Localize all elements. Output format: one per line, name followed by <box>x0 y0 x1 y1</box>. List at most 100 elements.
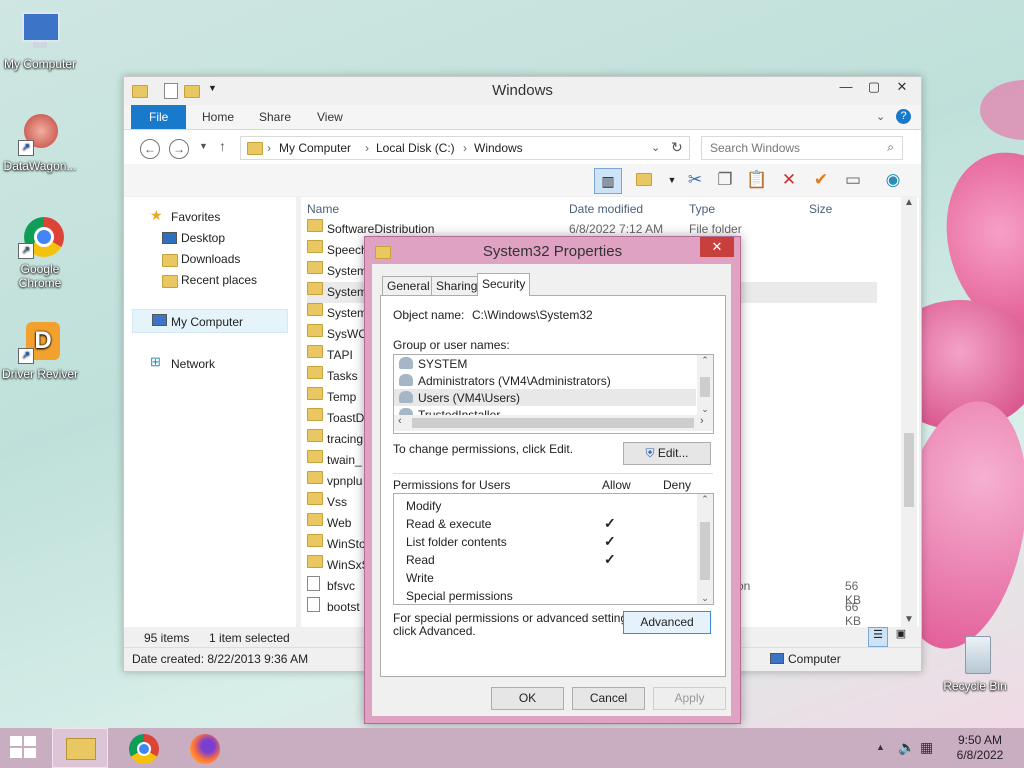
tab-home[interactable]: Home <box>190 105 246 129</box>
address-dropdown-icon[interactable]: ⌄ <box>651 141 660 154</box>
taskbar-firefox[interactable] <box>185 732 225 764</box>
ok-button[interactable]: OK <box>491 687 564 710</box>
network-tray-icon[interactable]: ▦ <box>920 739 933 756</box>
permission-name: Read & execute <box>406 517 492 531</box>
minimize-button[interactable]: — <box>832 77 860 97</box>
group-row[interactable]: SYSTEM <box>394 355 696 372</box>
file-name: System <box>327 306 368 320</box>
nav-network[interactable]: Network <box>171 357 215 371</box>
nav-my-computer[interactable]: My Computer <box>171 315 243 329</box>
scroll-right-icon[interactable]: › <box>700 415 704 427</box>
scroll-thumb[interactable] <box>700 377 710 397</box>
column-date[interactable]: Date modified <box>569 202 643 216</box>
forward-button[interactable]: → <box>169 139 189 159</box>
close-button[interactable]: ✕ <box>888 77 916 97</box>
nav-favorites[interactable]: Favorites <box>171 210 220 224</box>
column-type[interactable]: Type <box>689 202 715 216</box>
advanced-button[interactable]: Advanced <box>623 611 711 634</box>
tab-general[interactable]: General <box>382 276 435 295</box>
column-size[interactable]: Size <box>809 202 832 216</box>
expand-ribbon-icon[interactable]: ⌄ <box>876 110 885 123</box>
breadcrumb-windows[interactable]: Windows <box>474 141 523 155</box>
scroll-thumb[interactable] <box>412 418 694 428</box>
taskbar-explorer[interactable] <box>52 728 108 768</box>
permissions-list[interactable]: Modify Read & execute ✓ List folder content… <box>393 493 714 605</box>
address-bar[interactable]: › My Computer › Local Disk (C:) › Window… <box>240 136 690 160</box>
group-list[interactable]: SYSTEM Administrators (VM4\Administrators… <box>393 354 714 434</box>
scroll-thumb[interactable] <box>700 522 710 580</box>
paste-icon[interactable]: 📋 <box>744 168 770 192</box>
breadcrumb-local-disk[interactable]: Local Disk (C:) <box>376 141 455 155</box>
taskbar-chrome[interactable] <box>124 732 164 764</box>
group-list-hscrollbar[interactable]: ‹ › <box>394 415 713 431</box>
refresh-icon[interactable]: ↻ <box>671 139 683 156</box>
tray-expand-icon[interactable]: ▲ <box>876 742 885 752</box>
special-permissions-text-2: click Advanced. <box>393 624 476 638</box>
desktop-icon-driver-reviver[interactable]: D ↗ Driver Reviver <box>0 320 80 381</box>
file-name: System <box>327 285 368 299</box>
tab-sharing[interactable]: Sharing <box>431 276 483 295</box>
folder-icon <box>307 471 323 485</box>
apply-button[interactable]: Apply <box>653 687 726 710</box>
users-icon <box>399 391 413 403</box>
details-view-button[interactable]: ☰ <box>868 627 888 647</box>
desktop-icon-my-computer[interactable]: My Computer <box>0 10 80 71</box>
copy-icon[interactable]: ❐ <box>712 168 738 192</box>
delete-icon[interactable]: ✕ <box>776 168 802 192</box>
desktop-icon-chrome[interactable]: ↗ Google Chrome <box>0 215 80 290</box>
maximize-button[interactable]: ▢ <box>860 77 888 97</box>
vertical-scrollbar[interactable]: ▲ ▼ <box>901 197 917 627</box>
large-icons-view-button[interactable]: ▣ <box>892 627 910 645</box>
search-icon: ⌕ <box>887 140 894 154</box>
desktop-icon-recycle-bin[interactable]: Recycle Bin <box>935 632 1015 693</box>
select-icon[interactable]: ▭ <box>840 168 866 192</box>
permission-name: Write <box>406 571 434 585</box>
back-button[interactable]: ← <box>140 139 160 159</box>
edit-button[interactable]: ⛨ Edit... <box>623 442 711 465</box>
scroll-left-icon[interactable]: ‹ <box>398 415 402 427</box>
scroll-down-icon[interactable]: ⌄ <box>697 404 713 415</box>
cut-icon[interactable]: ✂ <box>682 168 708 192</box>
permissions-scrollbar[interactable]: ⌃ ⌄ <box>697 494 713 604</box>
group-row[interactable]: Administrators (VM4\Administrators) <box>394 372 696 389</box>
permission-row: Modify <box>394 496 696 514</box>
tab-share[interactable]: Share <box>247 105 303 129</box>
globe-icon[interactable]: ◉ <box>880 168 906 192</box>
tab-security[interactable]: Security <box>477 273 531 296</box>
cancel-button[interactable]: Cancel <box>572 687 645 710</box>
nav-downloads[interactable]: Downloads <box>181 252 240 266</box>
column-name[interactable]: Name <box>307 202 339 216</box>
group-row[interactable]: Users (VM4\Users) <box>394 389 696 406</box>
dialog-close-button[interactable]: ✕ <box>700 237 734 257</box>
up-arrow-icon[interactable]: ↑ <box>219 138 226 154</box>
explorer-titlebar[interactable]: ▼ Windows — ▢ ✕ <box>124 77 921 105</box>
clock[interactable]: 9:50 AM 6/8/2022 <box>948 733 1012 763</box>
group-list-scrollbar[interactable]: ⌃ ⌄ <box>697 355 713 415</box>
nav-desktop[interactable]: Desktop <box>181 231 225 245</box>
nav-recent-places[interactable]: Recent places <box>181 273 257 287</box>
search-input[interactable]: Search Windows ⌕ <box>701 136 903 160</box>
dialog-body: General Sharing Security Object name: C:… <box>372 264 731 716</box>
rename-check-icon[interactable]: ✔ <box>808 168 834 192</box>
folder-check-button[interactable] <box>634 168 660 192</box>
tab-view[interactable]: View <box>305 105 355 129</box>
scroll-down-icon[interactable]: ▼ <box>901 614 917 625</box>
scroll-down-icon[interactable]: ⌄ <box>697 593 713 604</box>
folder-icon <box>307 366 323 380</box>
recent-locations-icon[interactable]: ▼ <box>199 141 208 151</box>
volume-icon[interactable]: 🔈 <box>898 739 915 756</box>
scroll-thumb[interactable] <box>904 433 914 507</box>
scroll-up-icon[interactable]: ⌃ <box>697 494 713 505</box>
desktop-icon-datawagon[interactable]: ↗ DataWagon... <box>0 112 80 173</box>
scroll-up-icon[interactable]: ▲ <box>901 197 917 208</box>
permission-name: Read <box>406 553 435 567</box>
tab-file[interactable]: File <box>131 105 187 129</box>
file-name: ToastD <box>327 411 365 425</box>
preview-pane-button[interactable]: ▥ <box>594 168 622 194</box>
driver-reviver-icon: D ↗ <box>18 320 62 364</box>
scroll-up-icon[interactable]: ⌃ <box>697 355 713 366</box>
folder-icon <box>307 282 323 296</box>
help-icon[interactable]: ? <box>896 109 911 124</box>
start-button[interactable] <box>10 736 38 760</box>
breadcrumb-my-computer[interactable]: My Computer <box>279 141 351 155</box>
